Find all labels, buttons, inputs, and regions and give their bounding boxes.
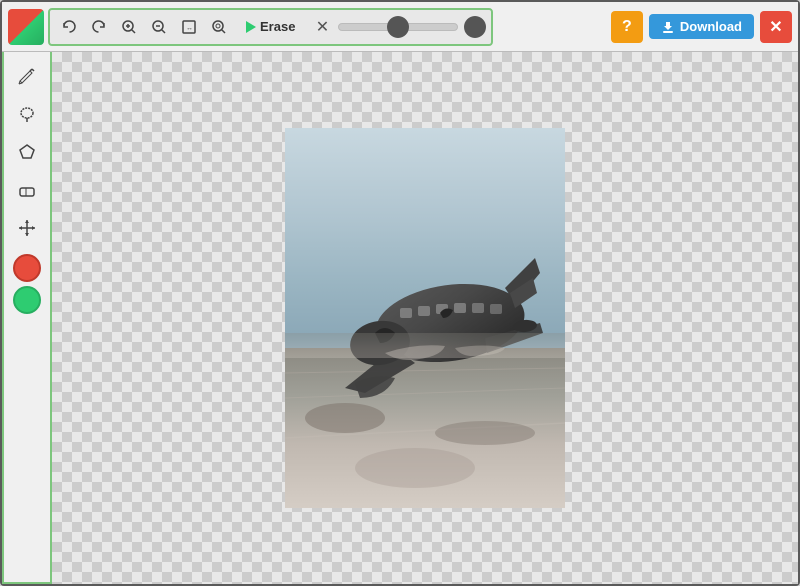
erase-label: Erase bbox=[260, 19, 295, 34]
brush-size-slider[interactable] bbox=[338, 23, 458, 31]
lasso-icon bbox=[18, 105, 36, 123]
app-container: ↔ Erase ✕ bbox=[0, 0, 800, 586]
eraser-tool-button[interactable] bbox=[9, 172, 45, 208]
brush-preview bbox=[464, 16, 486, 38]
undo-button[interactable] bbox=[55, 13, 83, 41]
help-button[interactable]: ? bbox=[611, 11, 643, 43]
close-icon: ✕ bbox=[769, 17, 782, 37]
svg-text:↔: ↔ bbox=[186, 25, 193, 32]
foreground-color-button[interactable] bbox=[13, 254, 41, 282]
cancel-erase-button[interactable]: ✕ bbox=[308, 13, 336, 41]
header-right: ? Download ✕ bbox=[611, 11, 792, 43]
polygon-tool-button[interactable] bbox=[9, 134, 45, 170]
canvas-area[interactable] bbox=[52, 52, 798, 584]
erase-button[interactable]: Erase bbox=[235, 14, 306, 39]
logo-button[interactable] bbox=[8, 9, 44, 45]
polygon-icon bbox=[18, 143, 36, 161]
move-tool-button[interactable] bbox=[9, 210, 45, 246]
canvas-image bbox=[285, 128, 565, 508]
zoom-out-button[interactable] bbox=[145, 13, 173, 41]
top-toolbar: ↔ Erase ✕ bbox=[2, 2, 798, 52]
close-button[interactable]: ✕ bbox=[760, 11, 792, 43]
redo-button[interactable] bbox=[85, 13, 113, 41]
plane-photo-svg bbox=[285, 128, 565, 508]
left-sidebar bbox=[2, 52, 52, 584]
lasso-tool-button[interactable] bbox=[9, 96, 45, 132]
pencil-tool-button[interactable] bbox=[9, 58, 45, 94]
cancel-icon: ✕ bbox=[316, 17, 329, 37]
help-label: ? bbox=[622, 18, 632, 36]
pencil-icon bbox=[18, 67, 36, 85]
eraser-icon bbox=[18, 181, 36, 199]
brush-slider-container bbox=[338, 16, 486, 38]
move-icon bbox=[18, 219, 36, 237]
download-icon bbox=[661, 20, 675, 34]
toolbar-group: ↔ Erase ✕ bbox=[48, 8, 493, 46]
main-area bbox=[2, 52, 798, 584]
play-icon bbox=[246, 21, 256, 33]
zoom-actual-button[interactable] bbox=[205, 13, 233, 41]
zoom-in-button[interactable] bbox=[115, 13, 143, 41]
zoom-fit-button[interactable]: ↔ bbox=[175, 13, 203, 41]
background-color-button[interactable] bbox=[13, 286, 41, 314]
download-button[interactable]: Download bbox=[649, 14, 754, 39]
download-label: Download bbox=[680, 19, 742, 34]
